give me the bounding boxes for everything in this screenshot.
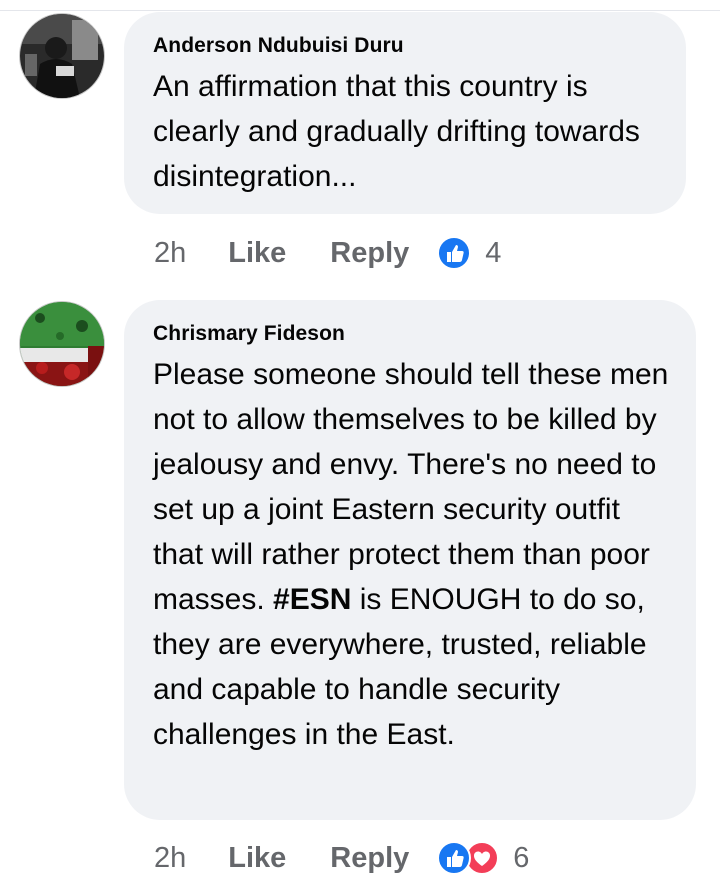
- comment-text: An affirmation that this country is clea…: [153, 70, 640, 193]
- comment-actions: 2h Like Reply 6: [154, 838, 584, 878]
- comment-author[interactable]: Anderson Ndubuisi Duru: [153, 34, 404, 58]
- reply-button[interactable]: Reply: [330, 842, 409, 875]
- avatar[interactable]: [20, 302, 104, 386]
- like-button[interactable]: Like: [228, 842, 286, 875]
- comment-actions: 2h Like Reply 4: [154, 233, 554, 273]
- comment-author[interactable]: Chrismary Fideson: [153, 322, 345, 346]
- hashtag-link[interactable]: #ESN: [273, 583, 351, 616]
- reaction-count[interactable]: 4: [485, 237, 501, 270]
- like-button[interactable]: Like: [228, 237, 286, 270]
- divider: [0, 10, 720, 11]
- reply-button[interactable]: Reply: [330, 237, 409, 270]
- comment-time[interactable]: 2h: [154, 237, 186, 270]
- comment-text-part: Please someone should tell these men not…: [153, 358, 669, 616]
- comment-bubble: Chrismary Fideson Please someone should …: [124, 300, 696, 820]
- comment-bubble: Anderson Ndubuisi Duru An affirmation th…: [124, 12, 686, 214]
- comment-time[interactable]: 2h: [154, 842, 186, 875]
- reaction-count[interactable]: 6: [513, 842, 529, 875]
- comment-text: Please someone should tell these men not…: [153, 352, 676, 757]
- avatar[interactable]: [20, 14, 104, 98]
- like-icon[interactable]: [437, 841, 472, 875]
- like-icon[interactable]: [437, 236, 472, 270]
